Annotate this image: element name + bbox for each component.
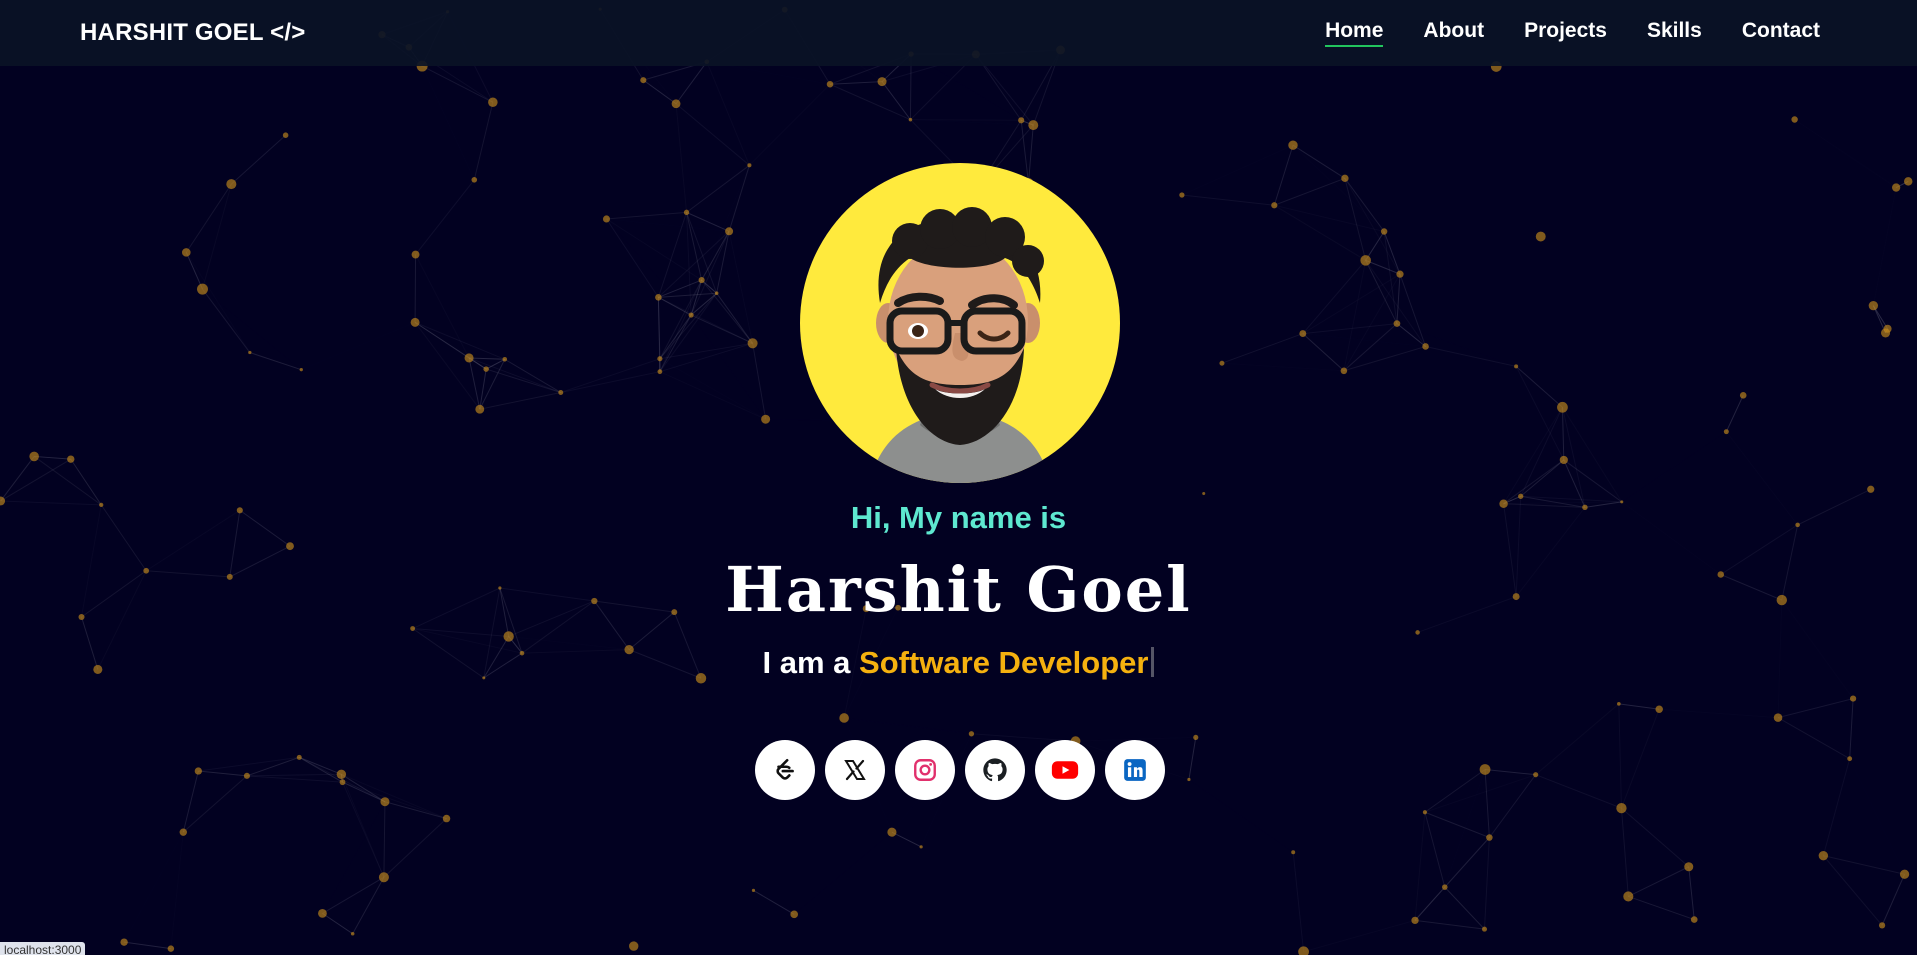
browser-status-url: localhost:3000 — [0, 942, 86, 955]
nav-link-projects[interactable]: Projects — [1524, 19, 1607, 47]
hero-section: Hi, My name is Harshit Goel I am a Softw… — [0, 0, 1917, 955]
youtube-link[interactable] — [1035, 740, 1095, 800]
hero-name: Harshit Goel — [725, 553, 1192, 626]
instagram-link[interactable] — [895, 740, 955, 800]
x-link[interactable] — [825, 740, 885, 800]
typing-caret — [1151, 647, 1155, 677]
leetcode-link[interactable] — [755, 740, 815, 800]
site-logo[interactable]: HARSHIT GOEL </> — [80, 19, 305, 47]
nav-link-home[interactable]: Home — [1325, 19, 1384, 47]
social-links — [755, 740, 1165, 800]
profile-avatar — [800, 163, 1120, 483]
nav-link-skills[interactable]: Skills — [1647, 19, 1702, 47]
nav-links: Home About Projects Skills Contact — [1325, 19, 1820, 47]
nav-link-contact[interactable]: Contact — [1742, 19, 1820, 47]
role-line: I am a Software Developer — [0, 645, 1917, 681]
github-link[interactable] — [965, 740, 1025, 800]
instagram-icon — [914, 759, 936, 781]
greeting-text: Hi, My name is — [850, 500, 1067, 535]
github-icon — [983, 758, 1007, 782]
top-navbar: HARSHIT GOEL </> Home About Projects Ski… — [0, 0, 1917, 66]
role-prefix: I am a — [762, 645, 851, 680]
nav-link-about[interactable]: About — [1423, 19, 1484, 47]
x-icon — [844, 759, 866, 781]
youtube-icon — [1051, 761, 1079, 779]
memoji-illustration — [870, 207, 1050, 483]
linkedin-icon — [1124, 759, 1146, 781]
role-highlight: Software Developer — [859, 645, 1149, 680]
leetcode-icon — [776, 758, 794, 780]
linkedin-link[interactable] — [1105, 740, 1165, 800]
